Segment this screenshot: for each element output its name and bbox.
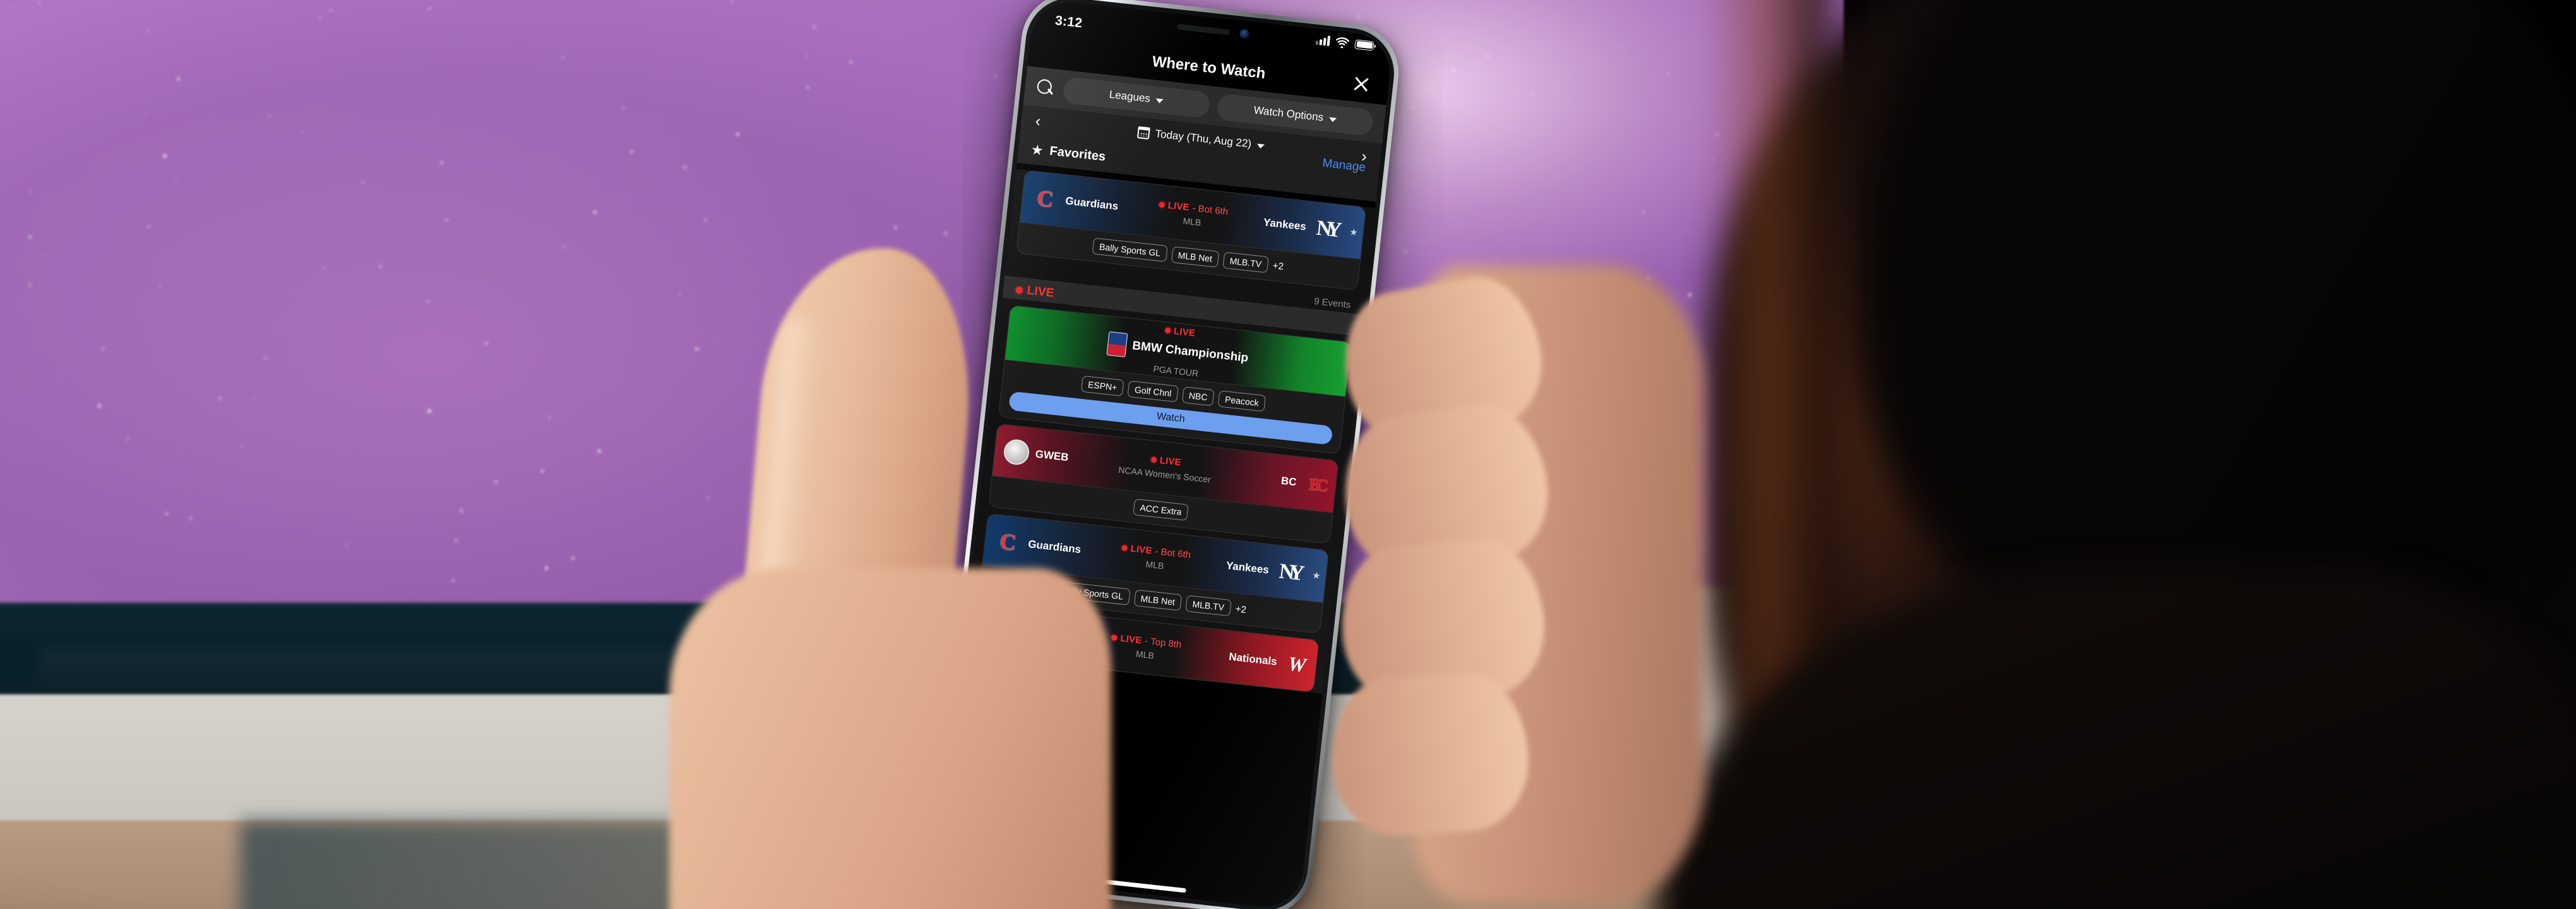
leagues-filter-label: Leagues [1108,88,1151,105]
star-icon: ★ [1030,141,1044,158]
watch-options-filter-label: Watch Options [1253,104,1325,124]
pga-tour-logo [1106,331,1128,357]
home-team-group: Yankees NY ★ [1212,550,1327,590]
channel-chip[interactable]: NBC [1181,386,1215,407]
live-dot-icon [1150,456,1157,463]
channel-chip[interactable]: MLB.TV [1222,251,1269,273]
channel-chip[interactable]: MLB Net [1133,589,1183,611]
favorites-title-group: ★ Favorites [1030,141,1107,165]
chevron-down-icon [1328,117,1337,122]
favorite-star-icon[interactable]: ★ [1311,569,1321,581]
favorite-star-icon[interactable]: ★ [1349,226,1358,238]
channel-chip[interactable]: Bally Sports GL [1092,237,1168,263]
channel-chip[interactable]: MLB.TV [1185,595,1232,617]
status-time: 3:12 [1054,13,1083,31]
more-channels-label[interactable]: +2 [1272,260,1284,272]
live-label: LIVE [1130,543,1153,557]
channel-chip[interactable]: ESPN+ [1080,375,1124,396]
chevron-left-icon[interactable]: ‹ [1034,112,1041,130]
card-status-group: LIVE - Bot 6th MLB [1134,196,1252,233]
live-section-label: LIVE [1026,283,1055,300]
cleveland-guardians-logo: C [998,528,1018,556]
live-dot-icon [1111,634,1118,641]
live-dot-icon [1164,327,1171,333]
chevron-down-icon [1155,98,1164,104]
away-team-group: GWEB [994,437,1109,475]
home-team-name: Nationals [1228,650,1278,668]
channel-chip[interactable]: ACC Extra [1133,498,1189,521]
live-detail: - Bot 6th [1191,203,1229,218]
home-team-name: BC [1280,474,1297,489]
cleveland-guardians-logo: C [1035,185,1055,213]
live-dot-icon [1159,201,1166,208]
home-team-name: Yankees [1263,216,1307,233]
new-york-yankees-logo: NY [1278,559,1300,585]
new-york-yankees-logo: NY [1315,216,1338,242]
home-team-group: BC BC [1222,461,1337,501]
home-team-group: Nationals W [1202,640,1318,680]
channel-chip[interactable]: Peacock [1217,390,1266,412]
card-status-group: LIVE NCAA Women's Soccer [1106,449,1224,487]
away-team-name: Guardians [1064,194,1119,213]
palm [669,568,1111,909]
live-label: LIVE [1167,199,1190,213]
channel-chip[interactable]: MLB Net [1171,246,1220,268]
league-label: PGA TOUR [1152,363,1199,379]
little-finger [1328,670,1532,838]
live-label: LIVE [1159,455,1182,468]
more-channels-label[interactable]: +2 [1235,603,1247,615]
card-status-group: LIVE - Bot 6th MLB [1097,540,1215,576]
away-team-group: C Guardians [984,526,1099,566]
away-team-name: Guardians [1027,538,1082,556]
event-title: BMW Championship [1131,338,1249,365]
front-camera [1239,28,1250,40]
live-dot-icon [1015,286,1023,294]
live-detail: - Bot 6th [1154,545,1191,561]
favorites-title: Favorites [1049,144,1107,164]
away-team-group: C Guardians [1021,182,1136,222]
earpiece-speaker [1176,23,1231,35]
room-scene: 3:12 Where to Watch Leagues Watch Option… [0,0,2576,909]
washington-nationals-logo: W [1287,651,1308,677]
channel-chip[interactable]: Golf Chnl [1127,380,1179,403]
home-team-name: Yankees [1225,559,1270,576]
search-icon[interactable] [1034,76,1056,98]
status-icons [1315,34,1374,52]
gardner-webb-bulldogs-logo [1002,438,1031,466]
wifi-icon [1335,37,1349,49]
home-team-group: Yankees NY ★ [1249,207,1364,247]
date-label: Today (Thu, Aug 22) [1154,128,1252,150]
boston-college-eagles-logo: BC [1308,474,1325,495]
live-label: LIVE [1119,633,1143,646]
chevron-down-icon [1256,143,1265,149]
battery-icon [1354,39,1374,51]
live-dot-icon [1121,545,1128,552]
live-detail: - Top 8th [1144,636,1183,651]
calendar-icon [1136,126,1150,140]
close-icon[interactable] [1349,72,1373,95]
cellular-signal-icon [1315,35,1331,47]
live-label: LIVE [1173,325,1196,339]
away-team-name: GWEB [1034,448,1070,464]
